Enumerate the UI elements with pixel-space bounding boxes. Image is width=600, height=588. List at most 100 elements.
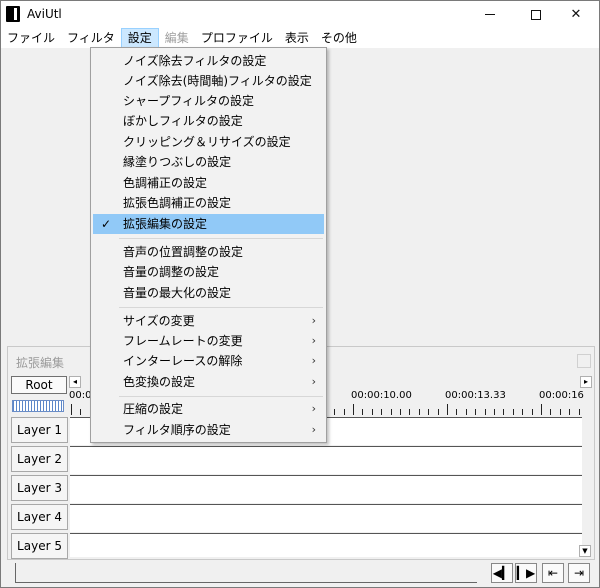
menu-filter[interactable]: フィルタ: [61, 28, 121, 48]
menu-item-edge-fill[interactable]: 縁塗りつぶしの設定: [93, 152, 324, 172]
ruler-tick: [71, 404, 72, 415]
menu-item-volume-adjust[interactable]: 音量の調整の設定: [93, 262, 324, 282]
go-start-icon: ⇤: [547, 566, 559, 580]
layer-header-3[interactable]: Layer 3: [11, 475, 68, 501]
root-button[interactable]: Root: [11, 376, 67, 394]
ruler-tick: [390, 409, 392, 415]
frame-slider[interactable]: [15, 563, 477, 583]
scroll-right-arrow[interactable]: ▸: [580, 376, 592, 388]
app-icon: [6, 6, 20, 22]
menu-view[interactable]: 表示: [279, 28, 315, 48]
time-label: 00:00:16: [539, 390, 584, 401]
menu-edit[interactable]: 編集: [159, 28, 195, 48]
menu-item-compression[interactable]: 圧縮の設定 ›: [93, 399, 324, 419]
layer-track-5[interactable]: [70, 533, 582, 557]
menu-item-blur[interactable]: ぼかしフィルタの設定: [93, 111, 324, 131]
menu-item-color-correction[interactable]: 色調補正の設定: [93, 173, 324, 193]
close-button[interactable]: ✕: [553, 1, 599, 28]
ruler-tick: [362, 409, 364, 415]
minimize-button[interactable]: [467, 1, 513, 28]
submenu-arrow-icon: ›: [311, 314, 316, 327]
menu-file[interactable]: ファイル: [1, 28, 61, 48]
prev-frame-button[interactable]: ◀▎: [491, 563, 513, 583]
next-frame-button[interactable]: ▎▶: [515, 563, 537, 583]
menu-item-color-convert[interactable]: 色変換の設定 ›: [93, 372, 324, 392]
go-start-button[interactable]: ⇤: [542, 563, 564, 583]
app-window: AviUtl ✕ ファイル フィルタ 設定 編集 プロファイル 表示 その他 拡…: [0, 0, 600, 588]
menu-item-label: 音声の位置調整の設定: [123, 245, 244, 259]
menu-item-label: ぼかしフィルタの設定: [123, 114, 243, 128]
menu-item-label: フィルタ順序の設定: [123, 423, 231, 437]
ruler-tick: [343, 409, 345, 415]
timeline-close-button[interactable]: [577, 354, 591, 368]
time-label: 00:00:10.00: [351, 390, 412, 401]
ruler-tick: [569, 409, 571, 415]
menu-item-label: 拡張色調補正の設定: [123, 196, 232, 210]
ruler-tick: [541, 404, 542, 415]
ruler-tick: [418, 409, 420, 415]
ruler-tick: [465, 409, 467, 415]
ruler-tick: [503, 409, 505, 415]
menu-item-noise-time-filter[interactable]: ノイズ除去(時間軸)フィルタの設定: [93, 71, 324, 91]
menu-item-label: 色調補正の設定: [123, 176, 208, 190]
settings-dropdown-menu: ノイズ除去フィルタの設定 ノイズ除去(時間軸)フィルタの設定 シャープフィルタの…: [90, 47, 327, 443]
submenu-arrow-icon: ›: [311, 375, 316, 388]
menu-item-extended-edit[interactable]: ✓ 拡張編集の設定: [93, 214, 324, 234]
menu-item-label: サイズの変更: [123, 314, 195, 328]
menu-item-label: 縁塗りつぶしの設定: [123, 155, 232, 169]
ruler-tick: [475, 409, 477, 415]
menu-settings[interactable]: 設定: [120, 28, 159, 48]
menu-item-filter-order[interactable]: フィルタ順序の設定 ›: [93, 420, 324, 440]
maximize-icon: [531, 9, 541, 20]
menu-item-sharpen[interactable]: シャープフィルタの設定: [93, 91, 324, 111]
menu-item-resize[interactable]: サイズの変更 ›: [93, 311, 324, 331]
layer-track-3[interactable]: [70, 475, 582, 503]
layer-header-5[interactable]: Layer 5: [11, 533, 68, 559]
ruler-tick: [531, 409, 533, 415]
check-icon: ✓: [101, 217, 112, 231]
zoom-meter[interactable]: [12, 400, 64, 412]
menu-item-label: 音量の最大化の設定: [123, 286, 232, 300]
layer-header-2[interactable]: Layer 2: [11, 446, 68, 472]
menu-item-label: クリッピング＆リサイズの設定: [123, 135, 291, 149]
menu-item-label: シャープフィルタの設定: [123, 94, 255, 108]
ruler-tick: [512, 409, 514, 415]
layer-header-1[interactable]: Layer 1: [11, 417, 68, 443]
menu-other[interactable]: その他: [315, 28, 363, 48]
ruler-tick: [559, 409, 561, 415]
go-end-icon: ⇥: [573, 566, 585, 580]
vertical-scroll-down-arrow[interactable]: ▼: [579, 545, 591, 557]
menu-item-label: 音量の調整の設定: [123, 265, 220, 279]
submenu-arrow-icon: ›: [311, 334, 316, 347]
ruler-tick: [456, 409, 458, 415]
menu-profile[interactable]: プロファイル: [195, 28, 279, 48]
submenu-arrow-icon: ›: [311, 423, 316, 436]
menu-item-noise-filter[interactable]: ノイズ除去フィルタの設定: [93, 51, 324, 71]
layer-track-2[interactable]: [70, 446, 582, 474]
menu-item-audio-position[interactable]: 音声の位置調整の設定: [93, 242, 324, 262]
ruler-tick: [409, 409, 411, 415]
menu-item-framerate[interactable]: フレームレートの変更 ›: [93, 331, 324, 351]
layer-header-4[interactable]: Layer 4: [11, 504, 68, 530]
menu-item-ext-color-correction[interactable]: 拡張色調補正の設定: [93, 193, 324, 213]
menu-item-clipping-resize[interactable]: クリッピング＆リサイズの設定: [93, 132, 324, 152]
scroll-left-arrow[interactable]: ◂: [69, 376, 81, 388]
ruler-tick: [371, 409, 373, 415]
ruler-tick: [400, 409, 401, 415]
ruler-tick: [550, 409, 552, 415]
menu-item-label: ノイズ除去フィルタの設定: [123, 54, 267, 68]
timeline-title: 拡張編集: [16, 356, 65, 370]
title-bar[interactable]: AviUtl ✕: [1, 1, 599, 28]
prev-frame-icon: ◀▎: [492, 566, 512, 580]
menu-bar: ファイル フィルタ 設定 編集 プロファイル 表示 その他: [1, 28, 599, 48]
ruler-tick: [80, 409, 82, 415]
ruler-tick: [437, 409, 439, 415]
menu-item-deinterlace[interactable]: インターレースの解除 ›: [93, 351, 324, 371]
menu-item-label: インターレースの解除: [123, 354, 243, 368]
menu-item-label: 拡張編集の設定: [123, 217, 208, 231]
submenu-arrow-icon: ›: [311, 402, 316, 415]
go-end-button[interactable]: ⇥: [568, 563, 590, 583]
menu-item-volume-maximize[interactable]: 音量の最大化の設定: [93, 283, 324, 303]
layer-track-4[interactable]: [70, 504, 582, 532]
time-label: 00:00:13.33: [445, 390, 506, 401]
